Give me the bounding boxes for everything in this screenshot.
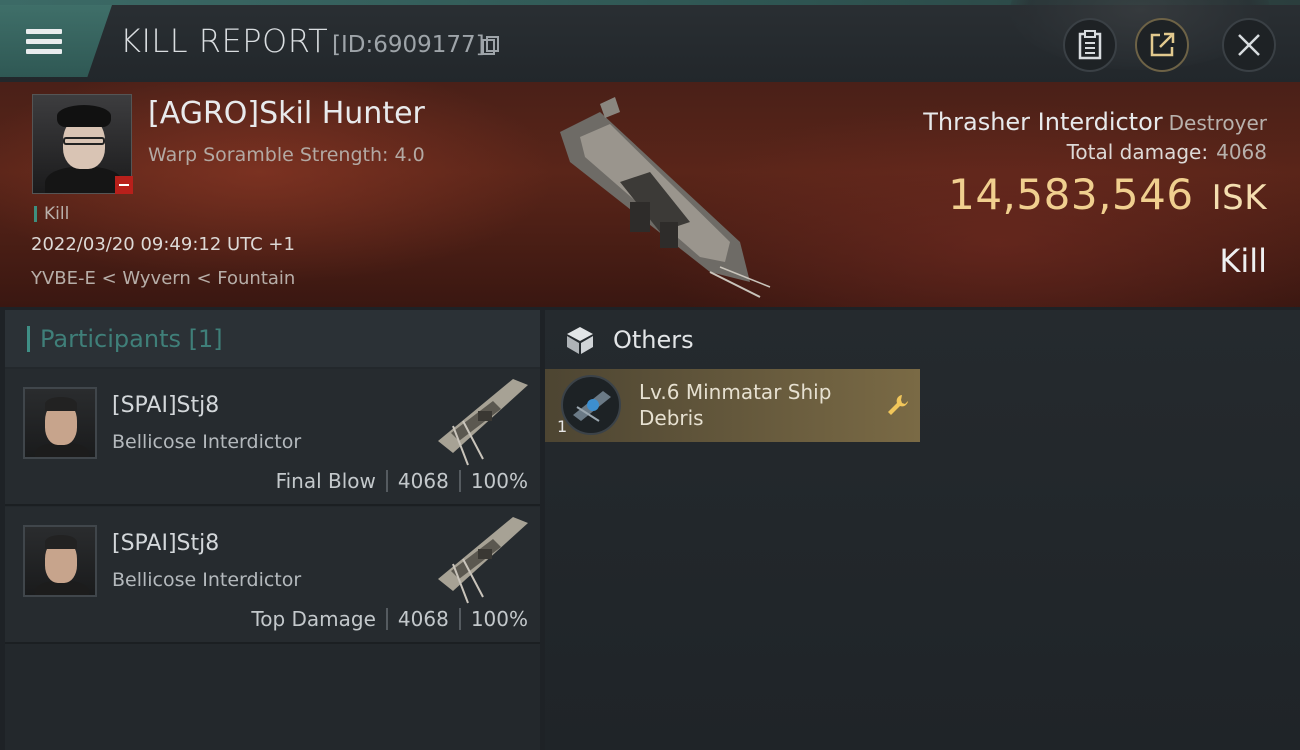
total-damage-value: 4068 xyxy=(1216,140,1267,164)
cube-icon xyxy=(567,327,593,354)
kill-datetime: 2022/03/20 09:49:12 UTC +1 xyxy=(31,234,295,255)
report-id: [ID:6909177] xyxy=(332,32,485,58)
isk-unit: ISK xyxy=(1211,178,1267,218)
kill-location: YVBE-E < Wyvern < Fountain xyxy=(31,268,296,289)
header-bar: KILL REPORT [ID:6909177] xyxy=(0,0,1300,82)
item-name: Lv.6 Minmatar Ship Debris xyxy=(639,380,832,430)
participant-ship-image[interactable] xyxy=(423,371,533,467)
others-header: Others xyxy=(545,310,1300,367)
close-button[interactable] xyxy=(1222,18,1276,72)
others-panel: Others 1 Lv.6 Minmatar Ship Debris xyxy=(545,310,1300,750)
participant-ship-image[interactable] xyxy=(423,509,533,605)
victim-banner: [AGRO]Skil Hunter Warp Soramble Strength… xyxy=(0,82,1300,307)
page-title: KILL REPORT xyxy=(120,22,329,60)
kill-tag: Kill xyxy=(34,206,69,223)
victim-ship[interactable]: Thrasher Interdictor Destroyer xyxy=(923,108,1267,136)
total-damage: Total damage: 4068 xyxy=(1067,140,1267,164)
victim-ship-name: Thrasher Interdictor xyxy=(923,108,1163,136)
isk-amount: 14,583,546 xyxy=(948,170,1194,219)
copy-icon[interactable] xyxy=(482,36,500,56)
participants-title: Participants [1] xyxy=(40,325,223,353)
participant-portrait[interactable] xyxy=(23,525,97,597)
participant-ship: Bellicose Interdictor xyxy=(112,431,302,453)
participant-card[interactable]: [SPAI]Stj8 Bellicose Interdictor Top Dam… xyxy=(5,507,540,644)
participant-stats: Final Blow 4068 100% xyxy=(276,469,528,493)
participant-percent: 100% xyxy=(470,469,528,493)
participant-name: [SPAI]Stj8 xyxy=(112,393,220,418)
menu-icon xyxy=(26,24,62,59)
participant-role: Final Blow xyxy=(275,469,376,493)
others-title: Others xyxy=(613,326,694,354)
share-button[interactable] xyxy=(1135,18,1189,72)
isk-value: 14,583,546 ISK xyxy=(948,170,1267,219)
loss-badge xyxy=(115,176,133,194)
item-icon xyxy=(561,375,621,435)
item-card[interactable]: 1 Lv.6 Minmatar Ship Debris xyxy=(545,369,920,442)
clipboard-button[interactable] xyxy=(1063,18,1117,72)
victim-ship-image[interactable] xyxy=(540,92,780,302)
participants-panel: Participants [1] [SPAI]Stj8 Bellicose In… xyxy=(5,310,540,750)
item-quantity: 1 xyxy=(557,417,568,436)
total-damage-label: Total damage: xyxy=(1066,140,1209,164)
victim-ship-class: Destroyer xyxy=(1168,111,1267,135)
result-label: Kill xyxy=(1219,242,1267,280)
participant-damage: 4068 xyxy=(397,469,449,493)
warp-scramble-strength: Warp Soramble Strength: 4.0 xyxy=(148,144,425,166)
wrench-icon[interactable] xyxy=(885,392,911,418)
participants-header: Participants [1] xyxy=(5,310,540,367)
participant-percent: 100% xyxy=(470,607,528,631)
participant-name: [SPAI]Stj8 xyxy=(112,531,220,556)
menu-button[interactable] xyxy=(0,5,112,77)
participant-portrait[interactable] xyxy=(23,387,97,459)
participant-ship: Bellicose Interdictor xyxy=(112,569,302,591)
participant-stats: Top Damage 4068 100% xyxy=(251,607,528,631)
participant-role: Top Damage xyxy=(251,607,376,631)
clipboard-icon xyxy=(1078,30,1102,60)
participant-damage: 4068 xyxy=(397,607,449,631)
participant-card[interactable]: [SPAI]Stj8 Bellicose Interdictor Final B… xyxy=(5,369,540,506)
share-icon xyxy=(1150,32,1175,57)
close-icon xyxy=(1238,34,1260,56)
victim-name[interactable]: [AGRO]Skil Hunter xyxy=(148,96,425,131)
